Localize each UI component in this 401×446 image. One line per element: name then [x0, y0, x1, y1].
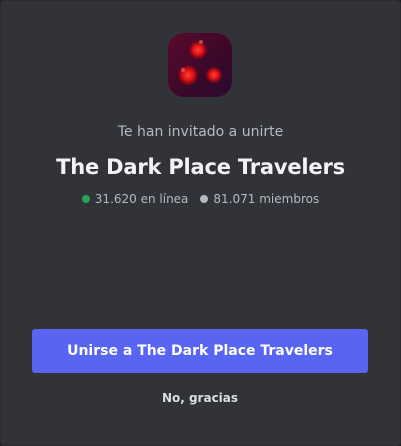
server-name: The Dark Place Travelers [56, 155, 345, 179]
invite-modal: Te han invitado a unirte The Dark Place … [0, 0, 401, 446]
members-stat: 81.071 miembros [200, 191, 319, 207]
server-icon [168, 33, 232, 97]
online-count: 31.620 en línea [94, 192, 189, 206]
decline-button[interactable]: No, gracias [141, 385, 259, 411]
join-server-button[interactable]: Unirse a The Dark Place Travelers [32, 329, 368, 373]
red-lights-server-icon [168, 33, 232, 97]
online-dot-icon [81, 195, 90, 203]
members-dot-icon [200, 195, 209, 203]
online-stat: 31.620 en línea [81, 191, 189, 207]
server-stats: 31.620 en línea 81.071 miembros [1, 191, 400, 207]
invite-subtitle: Te han invitado a unirte [117, 124, 284, 140]
member-count: 81.071 miembros [213, 192, 320, 206]
